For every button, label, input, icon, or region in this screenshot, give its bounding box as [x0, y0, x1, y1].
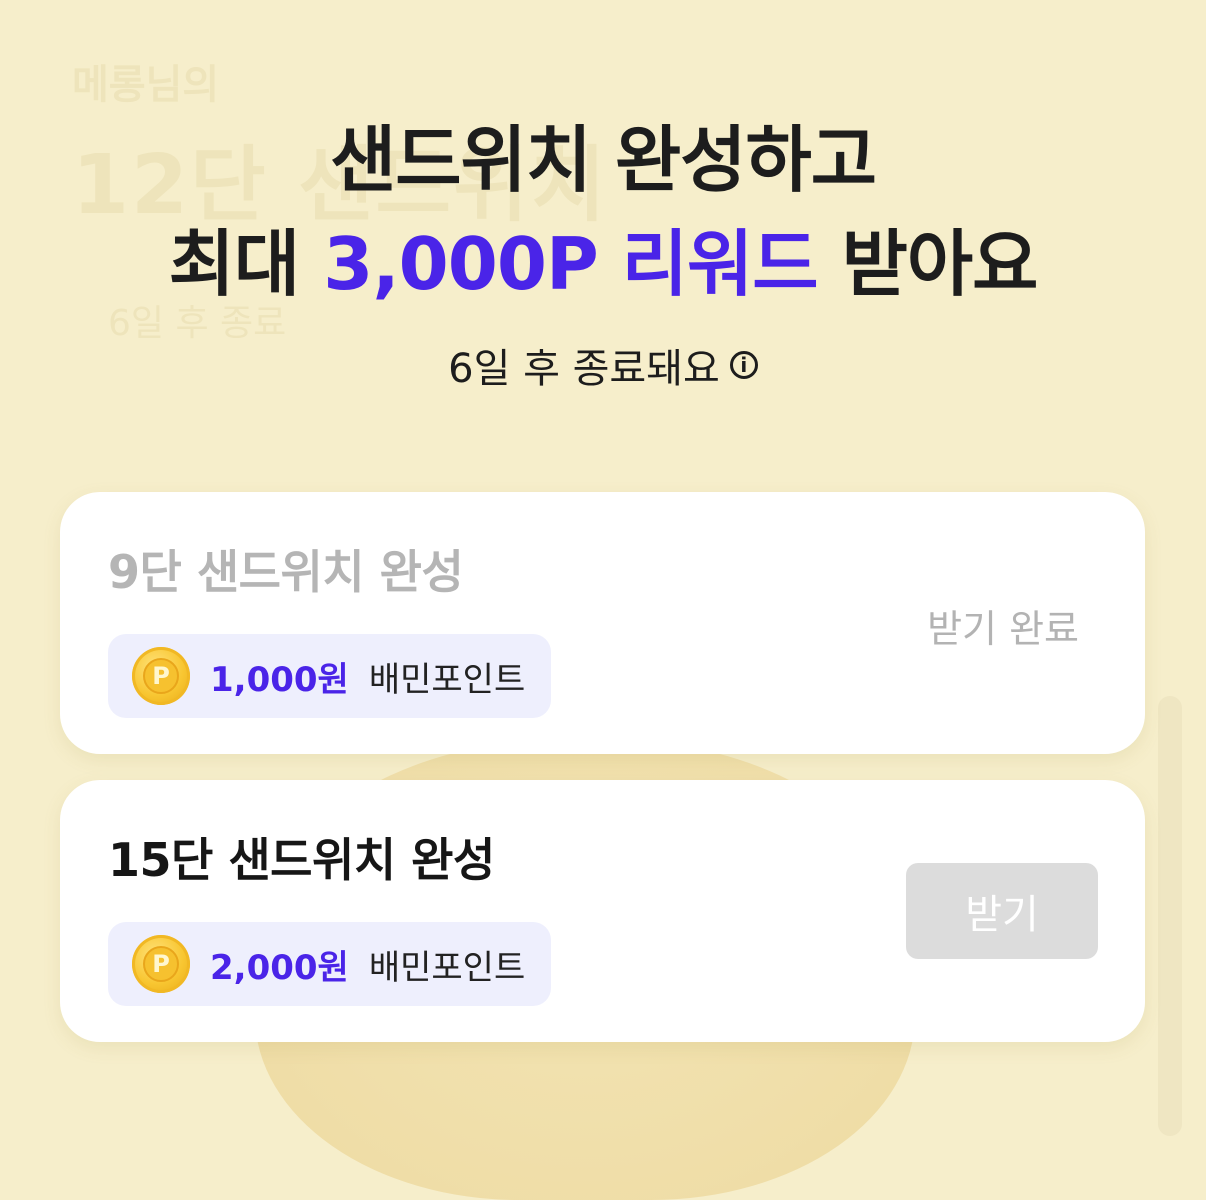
reward-label: 배민포인트: [368, 947, 526, 988]
headline-line-1: 샌드위치 완성하고: [330, 118, 877, 202]
reward-amount: 2,000원: [210, 947, 349, 988]
mission-card-9: 9단 샌드위치 완성 P 1,000원 배민포인트 받기 완료: [60, 492, 1145, 754]
headline-prefix: 최대: [168, 222, 324, 306]
mission-title: 15단 샌드위치 완성: [108, 833, 495, 887]
headline-line-2: 최대 3,000P 리워드 받아요: [0, 212, 1206, 316]
headline-reward-accent: 3,000P 리워드: [323, 222, 818, 306]
event-end-text: 6일 후 종료돼요: [448, 346, 720, 392]
reward-label: 배민포인트: [368, 659, 526, 700]
info-icon[interactable]: i: [729, 351, 758, 379]
point-coin-icon: P: [132, 647, 190, 705]
reward-amount: 1,000원: [210, 659, 349, 700]
promo-headline: 샌드위치 완성하고 최대 3,000P 리워드 받아요: [0, 108, 1206, 316]
mission-card-15: 15단 샌드위치 완성 P 2,000원 배민포인트 받기: [60, 780, 1145, 1042]
point-coin-icon: P: [132, 935, 190, 993]
background-scrollbar: [1158, 696, 1182, 1136]
mission-title: 9단 샌드위치 완성: [108, 545, 464, 599]
headline-suffix: 받아요: [817, 222, 1039, 306]
receive-reward-button[interactable]: 받기: [906, 863, 1098, 959]
reward-pill: P 1,000원 배민포인트: [108, 634, 552, 718]
reward-pill: P 2,000원 배민포인트: [108, 922, 552, 1006]
claimed-status: 받기 완료: [927, 607, 1079, 651]
event-end-notice: 6일 후 종료돼요 i: [0, 336, 1206, 394]
background-nickname: 메롱님의: [72, 62, 220, 108]
